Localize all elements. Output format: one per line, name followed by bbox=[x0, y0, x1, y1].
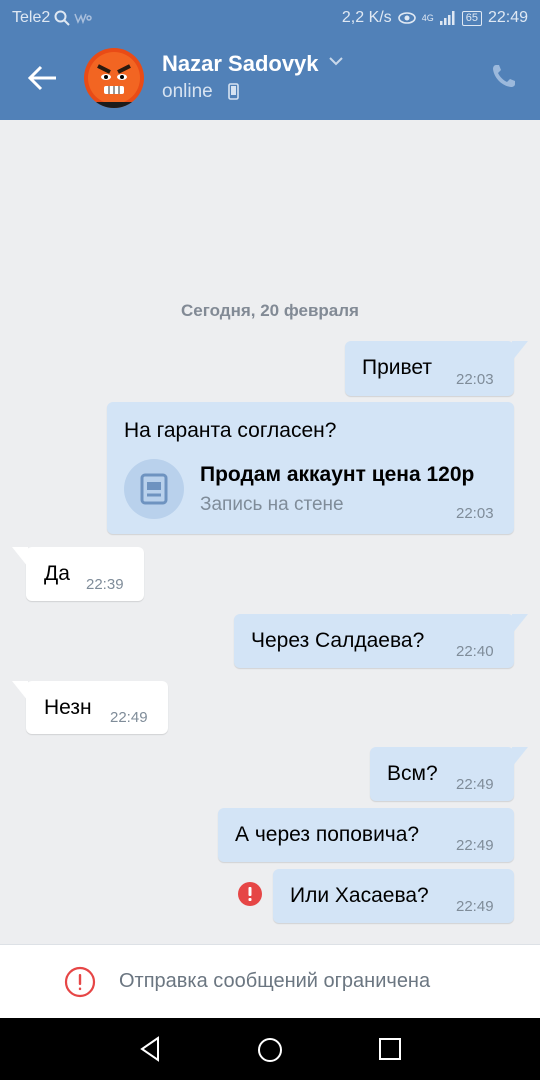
system-nav-bar bbox=[0, 1018, 540, 1080]
message-time: 22:49 bbox=[110, 709, 148, 726]
network-type: 4G bbox=[421, 13, 434, 23]
warning-icon bbox=[64, 966, 96, 998]
message-time: 22:03 bbox=[456, 505, 494, 522]
incoming-message[interactable]: Да 22:39 bbox=[12, 547, 144, 601]
outgoing-message[interactable]: На гаранта согласен? Продам аккаунт цена… bbox=[107, 402, 514, 534]
clock: 22:49 bbox=[487, 9, 528, 26]
outgoing-message[interactable]: Всм? 22:49 bbox=[370, 747, 528, 801]
attachment-title[interactable]: Продам аккаунт цена 120р bbox=[200, 463, 474, 487]
status-bar: Tele2 2,2 K/s 4G 65 22:49 bbox=[0, 0, 540, 36]
messaging-restricted-bar: Отправка сообщений ограничена bbox=[0, 944, 540, 1019]
restriction-text: Отправка сообщений ограничена bbox=[119, 970, 431, 992]
vk-notification-icon bbox=[74, 13, 92, 24]
nav-home-icon[interactable] bbox=[257, 1037, 283, 1063]
call-icon[interactable] bbox=[490, 62, 518, 90]
message-time: 22:49 bbox=[456, 776, 494, 793]
message-text: Всм? bbox=[387, 762, 438, 785]
outgoing-message[interactable]: А через поповича? 22:49 bbox=[218, 808, 514, 862]
message-text: На гаранта согласен? bbox=[124, 419, 337, 442]
outgoing-message[interactable]: Через Салдаева? 22:40 bbox=[234, 614, 528, 668]
back-arrow-icon[interactable] bbox=[26, 62, 60, 94]
message-text: Привет bbox=[362, 356, 433, 379]
message-text: А через поповича? bbox=[235, 823, 420, 846]
outgoing-message[interactable]: Привет 22:03 bbox=[345, 341, 528, 396]
nav-back-icon[interactable] bbox=[138, 1036, 162, 1062]
date-separator: Сегодня, 20 февраля bbox=[181, 301, 359, 320]
message-text: Через Салдаева? bbox=[251, 629, 425, 652]
wall-post-icon[interactable] bbox=[124, 459, 184, 519]
battery-indicator: 65 bbox=[461, 10, 482, 26]
carrier-label: Tele2 bbox=[12, 9, 51, 26]
eye-icon bbox=[397, 12, 416, 24]
attachment-subtitle: Запись на стене bbox=[200, 494, 344, 515]
app-header: Tele2 2,2 K/s 4G 65 22:49 Nazar Sadovyk … bbox=[0, 0, 540, 120]
bubble-tail bbox=[12, 681, 28, 701]
incoming-message[interactable]: Незн 22:49 bbox=[12, 681, 168, 734]
message-text: Незн bbox=[44, 696, 92, 719]
contact-name[interactable]: Nazar Sadovyk bbox=[162, 51, 319, 77]
network-speed: 2,2 K/s bbox=[341, 9, 392, 26]
message-time: 22:49 bbox=[456, 898, 494, 915]
outgoing-message-failed[interactable]: Или Хасаева? 22:49 bbox=[273, 869, 514, 923]
message-time: 22:03 bbox=[456, 371, 494, 388]
message-time: 22:40 bbox=[456, 643, 494, 660]
message-time: 22:39 bbox=[86, 576, 124, 593]
message-time: 22:49 bbox=[456, 837, 494, 854]
nav-recent-apps-icon[interactable] bbox=[379, 1038, 401, 1060]
bubble-tail bbox=[12, 547, 28, 567]
search-icon bbox=[54, 10, 70, 26]
avatar-face-icon bbox=[84, 48, 144, 108]
contact-status: online bbox=[162, 81, 213, 102]
message-text: Да bbox=[44, 562, 70, 585]
message-text: Или Хасаева? bbox=[290, 884, 429, 907]
bubble-tail bbox=[512, 747, 528, 767]
mobile-device-icon bbox=[228, 83, 239, 100]
bubble-tail bbox=[512, 614, 528, 634]
bubble-tail bbox=[512, 341, 528, 361]
chevron-down-icon[interactable] bbox=[328, 56, 344, 66]
avatar[interactable] bbox=[84, 48, 144, 108]
send-error-icon[interactable] bbox=[237, 881, 263, 907]
signal-icon bbox=[439, 11, 455, 25]
